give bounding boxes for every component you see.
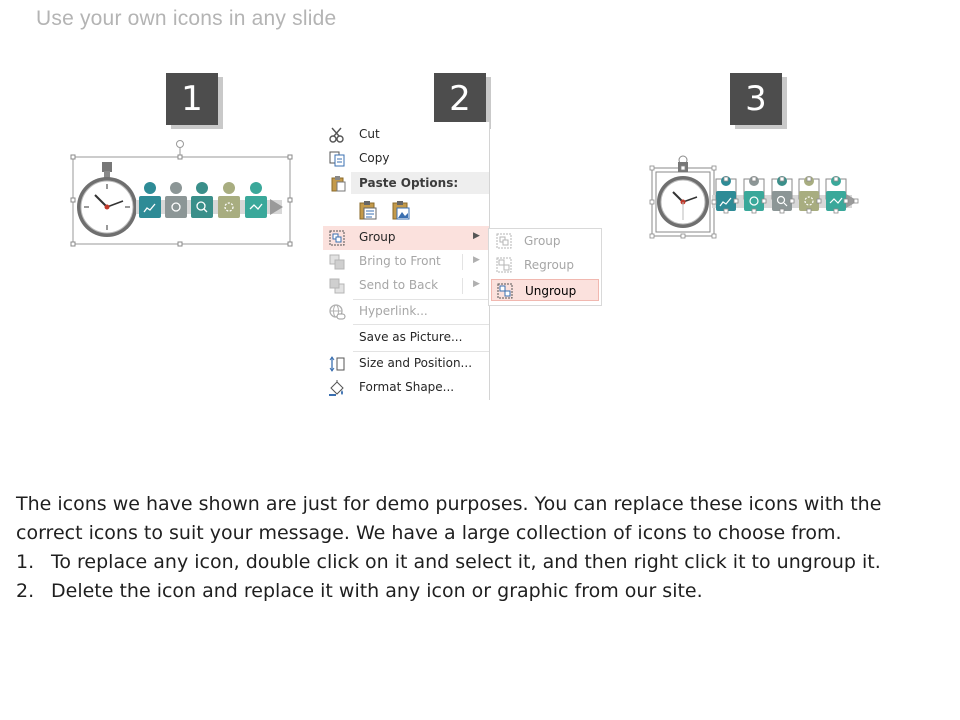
context-menu: Cut Copy Paste Options: Group ▶ Bring to… [323,122,490,400]
clipboard-icon [331,176,346,192]
menu-split-divider [462,278,463,294]
list-item: 2. Delete the icon and replace it with a… [16,577,946,606]
menu-item-group[interactable]: Group ▶ [323,226,489,250]
submenu-label-regroup: Regroup [524,258,575,272]
menu-label-size-and-position: Size and Position... [359,356,473,370]
step-badge-2: 2 [434,73,486,125]
group-icon [329,230,345,246]
send-to-back-icon [329,278,345,294]
list-number: 2. [16,580,35,602]
stopwatch-infographic-selected[interactable] [68,135,294,250]
submenu-label-ungroup: Ungroup [525,284,577,298]
group-icon [496,233,512,249]
step-badge-1: 1 [166,73,218,125]
chevron-right-icon: ▶ [473,279,480,289]
menu-item-cut[interactable]: Cut [323,123,489,147]
paint-bucket-icon [329,380,344,396]
chevron-right-icon: ▶ [473,231,480,241]
submenu-label-group: Group [524,234,561,248]
ungroup-icon [497,283,513,299]
paste-as-picture-icon[interactable] [390,199,412,221]
group-submenu: Group Regroup Ungroup [488,228,602,306]
menu-item-save-as-picture[interactable]: Save as Picture... [323,326,489,350]
list-text: To replace any icon, double click on it … [51,551,881,573]
menu-item-copy[interactable]: Copy [323,147,489,171]
scissors-icon [329,127,344,143]
menu-label-format-shape: Format Shape... [359,380,455,394]
menu-item-size-and-position[interactable]: Size and Position... [323,352,489,376]
list-item: 1. To replace any icon, double click on … [16,548,946,577]
list-number: 1. [16,551,35,573]
submenu-item-ungroup[interactable]: Ungroup [491,279,599,301]
submenu-item-regroup[interactable]: Regroup [491,254,599,276]
instructions-text: The icons we have shown are just for dem… [16,490,946,606]
menu-label-group: Group [359,230,396,244]
paste-options-label: Paste Options: [359,176,459,190]
paste-options-header: Paste Options: [351,172,489,194]
menu-label-cut: Cut [359,127,380,141]
menu-item-hyperlink[interactable]: Hyperlink... [323,300,489,324]
globe-link-icon [329,304,346,320]
menu-label-send-to-back: Send to Back [359,278,439,292]
menu-separator [353,324,489,325]
copy-icon [329,151,345,167]
step-badge-3: 3 [730,73,782,125]
submenu-item-group[interactable]: Group [491,230,599,252]
chevron-right-icon: ▶ [473,255,480,265]
menu-label-hyperlink: Hyperlink... [359,304,428,318]
list-text: Delete the icon and replace it with any … [51,580,703,602]
menu-label-bring-to-front: Bring to Front [359,254,441,268]
slide-title: Use your own icons in any slide [36,7,337,30]
menu-label-copy: Copy [359,151,390,165]
regroup-icon [496,257,512,273]
size-position-icon [329,356,345,372]
menu-label-save-as-picture: Save as Picture... [359,330,463,344]
menu-item-format-shape[interactable]: Format Shape... [323,376,489,400]
ungrouped-infographic[interactable] [646,150,866,242]
menu-item-bring-to-front[interactable]: Bring to Front ▶ [323,250,489,274]
menu-split-divider [462,254,463,270]
bring-to-front-icon [329,254,345,270]
paste-keep-formatting-icon[interactable] [357,199,379,221]
intro-paragraph: The icons we have shown are just for dem… [16,493,882,544]
menu-item-send-to-back[interactable]: Send to Back ▶ [323,274,489,298]
